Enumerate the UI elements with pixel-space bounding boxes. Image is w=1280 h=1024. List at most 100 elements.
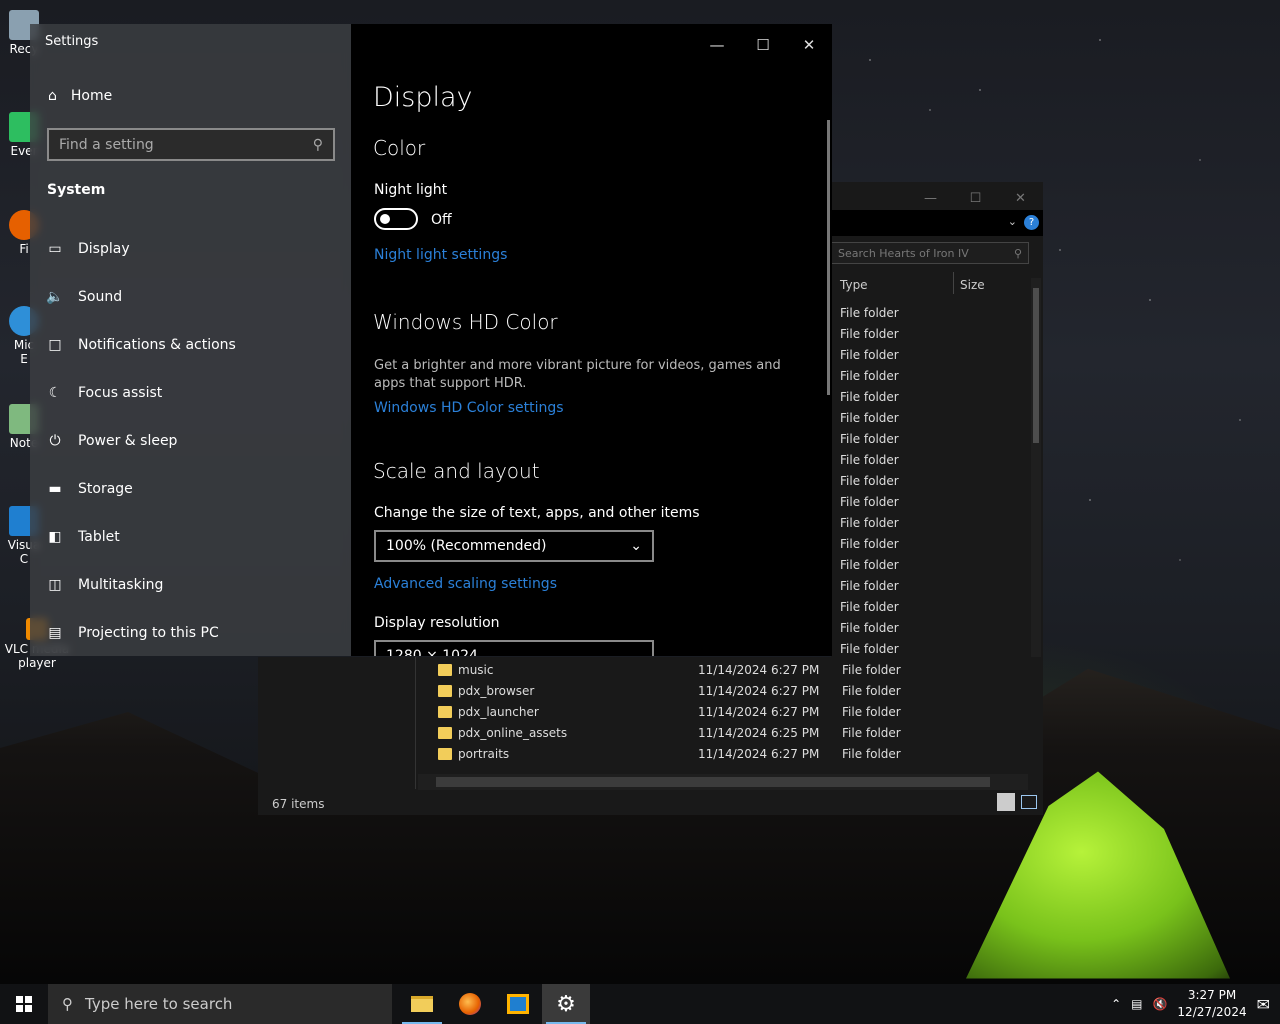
file-name: portraits [458,746,510,761]
type-cell: File folder [840,327,899,341]
nav-item-storage[interactable]: ▬ Storage [46,475,132,503]
taskbar-firefox[interactable] [446,984,494,1024]
type-cell: File folder [840,558,899,572]
project-icon: ▤ [48,625,62,641]
minimize-icon[interactable]: — [908,186,953,210]
folder-icon [411,996,433,1012]
search-icon: ⚲ [1013,246,1022,260]
explorer-vscrollbar[interactable] [1031,278,1041,658]
file-type: File folder [842,662,901,677]
type-cell: File folder [840,579,899,593]
file-date: 11/14/2024 6:27 PM [698,704,820,719]
advanced-scaling-link[interactable]: Advanced scaling settings [374,576,557,592]
resolution-dropdown[interactable]: 1280 × 1024 ⌄ [374,640,654,656]
nav-item-focus-assist[interactable]: ☾ Focus assist [46,379,163,407]
type-cell: File folder [840,348,899,362]
start-button[interactable] [0,984,48,1024]
column-header-size[interactable]: Size [960,278,985,292]
explorer-search-input[interactable]: Search Hearts of Iron IV ⚲ [831,242,1029,264]
volume-muted-icon[interactable]: 🔇 [1152,997,1167,1011]
type-cell: File folder [840,600,899,614]
large-icons-view-icon[interactable] [1021,795,1037,809]
status-item-count: 67 items [272,797,325,811]
column-header-type[interactable]: Type [840,278,868,292]
nav-item-display[interactable]: ▭ Display [46,235,129,263]
type-cell: File folder [840,621,899,635]
type-cell: File folder [840,537,899,551]
nav-item-sound[interactable]: 🔈 Sound [46,283,122,311]
details-view-icon[interactable] [997,793,1015,811]
table-row[interactable]: music 11/14/2024 6:27 PM File folder [438,659,1018,680]
find-setting-input[interactable]: Find a setting ⚲ [47,128,335,161]
night-light-toggle[interactable] [374,208,418,230]
type-cell: File folder [840,411,899,425]
firefox-icon [459,993,481,1015]
heading-scale-layout: Scale and layout [373,459,540,483]
maximize-icon[interactable]: ☐ [953,186,998,210]
maximize-icon[interactable]: ☐ [740,30,786,60]
nav-item-power-sleep[interactable]: ⏻ Power & sleep [46,427,177,455]
system-tray: ⌃ ▤ 🔇 3:27 PM 12/27/2024 ✉ [1111,984,1280,1024]
taskbar-settings[interactable]: ⚙ [542,984,590,1024]
search-icon: ⚲ [312,136,323,153]
network-icon[interactable]: ▤ [1131,997,1142,1011]
file-type: File folder [842,725,901,740]
scale-dropdown[interactable]: 100% (Recommended) ⌄ [374,530,654,562]
explorer-vscroll-thumb[interactable] [1033,288,1039,443]
table-row[interactable]: portraits 11/14/2024 6:27 PM File folder [438,743,1018,764]
settings-nav-pane: Settings ⌂ Home Find a setting ⚲ System … [30,24,351,656]
nav-item-notifications[interactable]: □ Notifications & actions [46,331,235,359]
file-name: music [458,662,494,677]
folder-icon [438,726,452,739]
taskbar-search-box[interactable]: ⚲ Type here to search [48,984,392,1024]
settings-title: Settings [45,34,99,49]
home-icon: ⌂ [48,88,57,104]
file-date: 11/14/2024 6:27 PM [698,746,820,761]
speaker-icon: 🔈 [46,289,64,305]
nav-item-tablet[interactable]: ◧ Tablet [46,523,119,551]
help-icon[interactable]: ? [1024,215,1039,230]
taskbar-app-window[interactable] [494,984,542,1024]
file-date: 11/14/2024 6:27 PM [698,683,820,698]
file-name: pdx_launcher [458,704,539,719]
clock[interactable]: 3:27 PM 12/27/2024 [1177,987,1246,1021]
file-name: pdx_online_assets [458,725,568,740]
type-cell: File folder [840,369,899,383]
file-type: File folder [842,683,901,698]
explorer-hscrollbar[interactable] [418,774,1028,790]
folder-icon [438,705,452,718]
storage-icon: ▬ [48,481,62,497]
night-light-state: Off [431,212,452,228]
resolution-label: Display resolution [374,615,500,631]
action-center-icon[interactable]: ✉ [1257,995,1270,1014]
hd-color-settings-link[interactable]: Windows HD Color settings [374,400,564,416]
notification-icon: □ [48,337,62,353]
monitor-icon: ▭ [48,241,62,257]
gear-icon: ⚙ [556,991,576,1017]
nav-item-multitasking[interactable]: ◫ Multitasking [46,571,163,599]
settings-window: Settings ⌂ Home Find a setting ⚲ System … [30,24,832,656]
type-cell: File folder [840,642,899,656]
settings-vscrollbar[interactable] [827,120,830,395]
explorer-upper-pane: — ☐ ✕ ⌄ ? Search Hearts of Iron IV ⚲ Typ… [831,182,1043,658]
nav-home[interactable]: ⌂ Home [48,88,112,104]
settings-content: — ☐ ✕ Display Color Night light Off Nigh… [351,24,832,656]
explorer-hscroll-thumb[interactable] [436,777,990,787]
close-icon[interactable]: ✕ [998,186,1043,210]
chevron-up-icon[interactable]: ⌃ [1111,997,1121,1011]
column-divider[interactable] [953,272,954,294]
close-icon[interactable]: ✕ [786,30,832,60]
moon-icon: ☾ [48,385,62,401]
table-row[interactable]: pdx_browser 11/14/2024 6:27 PM File folder [438,680,1018,701]
table-row[interactable]: pdx_online_assets 11/14/2024 6:25 PM File … [438,722,1018,743]
file-date: 11/14/2024 6:25 PM [698,725,820,740]
taskbar-file-explorer[interactable] [398,984,446,1024]
night-light-settings-link[interactable]: Night light settings [374,247,507,263]
page-title: Display [373,82,473,113]
minimize-icon[interactable]: — [694,30,740,60]
file-name: pdx_browser [458,683,535,698]
file-date: 11/14/2024 6:27 PM [698,662,820,677]
chevron-down-icon[interactable]: ⌄ [1008,215,1017,228]
nav-item-projecting[interactable]: ▤ Projecting to this PC [46,619,218,647]
table-row[interactable]: pdx_launcher 11/14/2024 6:27 PM File folde… [438,701,1018,722]
